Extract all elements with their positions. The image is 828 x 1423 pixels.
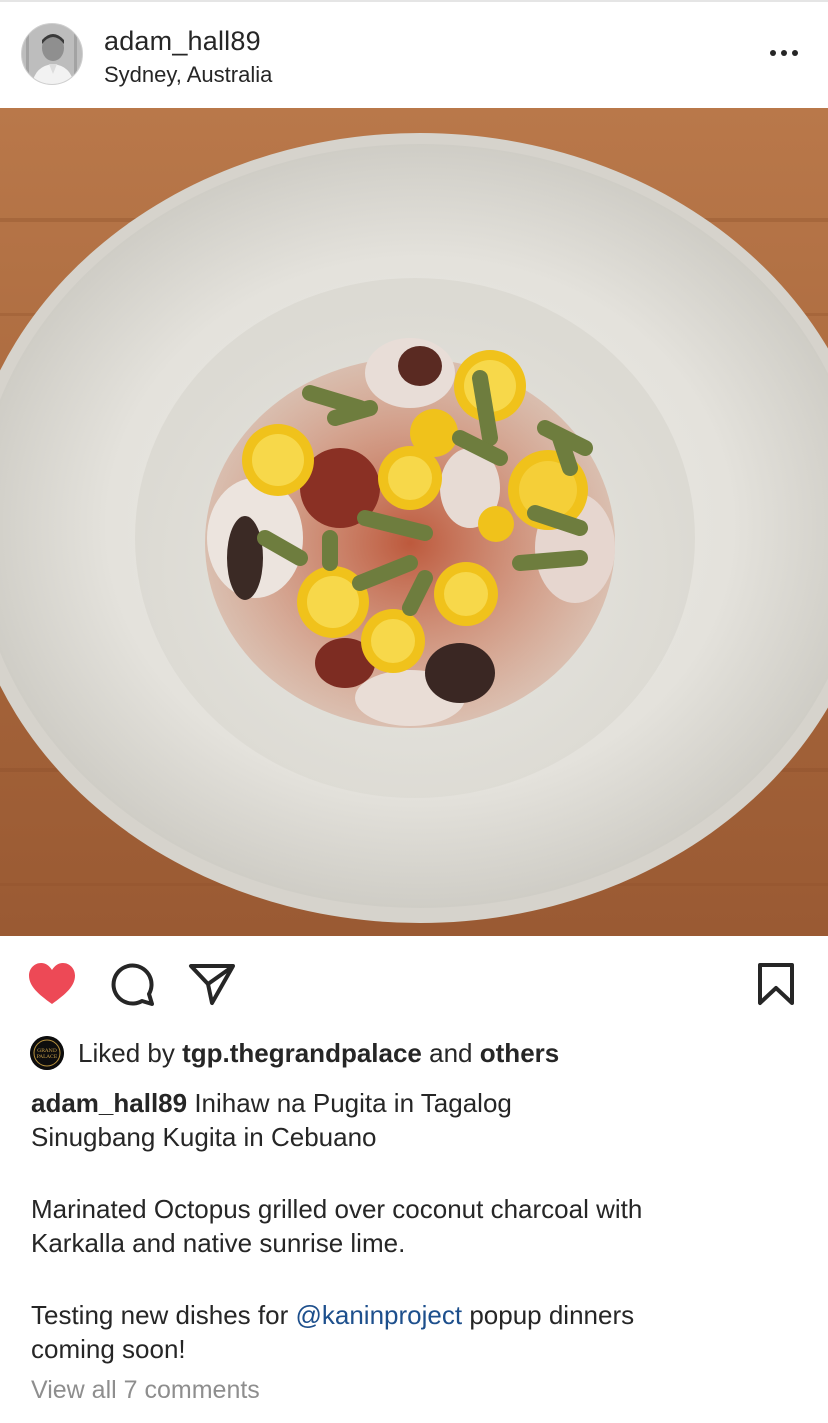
caption-username[interactable]: adam_hall89 [31,1088,187,1118]
caption-paragraph-3-prefix: Testing new dishes for [31,1300,289,1330]
mention-link[interactable]: @kaninproject [295,1300,462,1330]
caption-paragraph-3-suffix: popup dinners [469,1300,635,1330]
likes-summary[interactable]: GRAND PALACE Liked by tgp.thegrandpalace… [30,1036,559,1070]
avatar[interactable] [21,23,83,85]
post-header: adam_hall89 Sydney, Australia [0,2,828,108]
likes-text: Liked by tgp.thegrandpalace and others [78,1038,559,1069]
view-all-comments-link[interactable]: View all 7 comments [31,1376,260,1405]
post-photo[interactable] [0,108,828,936]
svg-text:PALACE: PALACE [37,1054,58,1060]
caption-paragraph-2-line-2: Karkalla and native sunrise lime. [31,1228,406,1258]
bookmark-icon[interactable] [752,960,800,1008]
dot [770,50,776,56]
post-location[interactable]: Sydney, Australia [104,62,272,88]
paper-plane-icon[interactable] [188,960,236,1008]
likes-prefix: Liked by [78,1037,175,1068]
caption-paragraph-3-line-2: coming soon! [31,1334,186,1364]
caption-line-1: Inihaw na Pugita in Tagalog [194,1088,512,1118]
liker-username[interactable]: tgp.thegrandpalace [182,1038,422,1068]
comment-icon[interactable] [108,960,156,1008]
likes-conjunction: and [429,1037,473,1068]
caption-line-2: Sinugbang Kugita in Cebuano [31,1122,377,1152]
more-options-icon[interactable] [760,36,808,70]
caption-paragraph-2-line-1: Marinated Octopus grilled over coconut c… [31,1194,643,1224]
post-actions [0,948,828,1018]
likes-others-link[interactable]: others [480,1038,559,1068]
dot [781,50,787,56]
post-caption: adam_hall89 Inihaw na Pugita in Tagalog … [31,1086,801,1366]
liker-avatar[interactable]: GRAND PALACE [30,1036,64,1070]
dot [792,50,798,56]
heart-icon[interactable] [28,960,76,1008]
post-username[interactable]: adam_hall89 [104,26,261,57]
